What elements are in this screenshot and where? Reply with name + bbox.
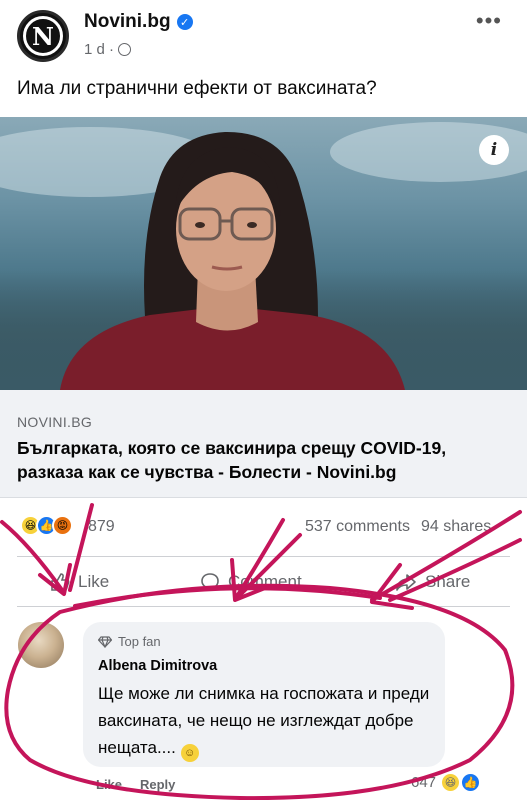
comment-reactions[interactable]: 647 😆 👍 xyxy=(411,772,482,793)
page-name[interactable]: Novini.bg ✓ xyxy=(84,11,193,33)
verified-badge-icon: ✓ xyxy=(176,14,193,30)
top-fan-label: Top fan xyxy=(118,634,161,649)
like-button[interactable]: Like xyxy=(50,572,109,592)
reactions-count[interactable]: 879 xyxy=(88,518,115,536)
post-time[interactable]: 1 d · xyxy=(84,41,114,58)
page-name-text[interactable]: Novini.bg xyxy=(84,11,171,33)
comment-button[interactable]: Comment xyxy=(200,572,302,592)
comment-like-icon: 👍 xyxy=(460,772,482,793)
comment-body: Ще може ли снимка на госпожата и преди в… xyxy=(98,680,438,762)
comment-reply-link[interactable]: Reply xyxy=(140,777,175,792)
post-actions: Like Comment Share xyxy=(0,564,527,604)
link-preview-image[interactable]: i xyxy=(0,117,527,390)
info-icon[interactable]: i xyxy=(479,135,509,165)
link-preview-box[interactable]: NOVINI.BG Българката, която се ваксинира… xyxy=(0,390,527,498)
person-photo xyxy=(60,131,405,390)
shares-count[interactable]: 94 shares xyxy=(421,518,491,536)
comment-haha-icon: 😆 xyxy=(440,772,462,793)
diamond-icon xyxy=(98,635,112,648)
comment-author[interactable]: Albena Dimitrova xyxy=(98,658,217,674)
share-button[interactable]: Share xyxy=(395,572,470,592)
share-label: Share xyxy=(425,572,471,591)
comment-icon xyxy=(201,573,219,592)
smiley-emoji-icon: ☺ xyxy=(180,744,199,762)
link-title[interactable]: Българката, която се ваксинира срещу COV… xyxy=(17,436,517,484)
reaction-icons[interactable]: 😆 👍 😡 xyxy=(20,515,73,536)
post-meta: 1 d · xyxy=(84,41,132,58)
link-domain: NOVINI.BG xyxy=(17,414,93,430)
comment-label: Comment xyxy=(228,572,302,591)
share-arrow-icon xyxy=(396,574,416,591)
thumbs-up-icon xyxy=(51,573,70,591)
post-header: N Novini.bg ✓ 1 d · ••• xyxy=(0,0,527,70)
commenter-avatar[interactable] xyxy=(18,622,64,668)
like-label: Like xyxy=(78,572,110,591)
stats-divider xyxy=(17,556,510,557)
comment-reactions-count: 647 xyxy=(411,774,437,791)
post-caption: Има ли странични ефекти от ваксината? xyxy=(17,78,377,99)
comments-count[interactable]: 537 comments xyxy=(305,518,410,536)
more-options-icon[interactable]: ••• xyxy=(476,8,502,34)
top-fan-badge: Top fan xyxy=(98,634,161,649)
post-stats: 😆 👍 😡 879 537 comments 94 shares xyxy=(0,515,527,545)
actions-divider xyxy=(17,606,510,607)
globe-icon xyxy=(118,43,132,56)
comment-text: Ще може ли снимка на госпожата и преди в… xyxy=(98,684,430,757)
page-avatar[interactable]: N xyxy=(17,10,69,62)
comment-bubble: Top fan Albena Dimitrova Ще може ли сним… xyxy=(83,622,445,767)
comment-like-link[interactable]: Like xyxy=(96,777,122,792)
angry-reaction-icon: 😡 xyxy=(52,515,73,536)
page-logo-letter: N xyxy=(23,16,63,56)
